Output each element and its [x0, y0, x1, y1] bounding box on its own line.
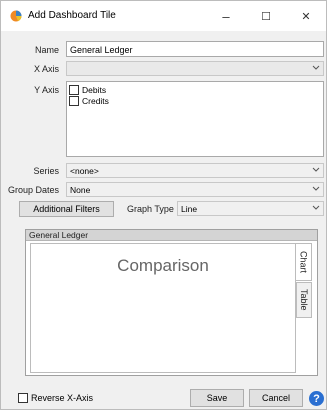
chevron-down-icon [312, 167, 320, 172]
chevron-down-icon [312, 186, 320, 191]
reverse-x-axis-option[interactable]: Reverse X-Axis [18, 393, 93, 403]
y-axis-checklist: Debits Credits [66, 81, 324, 157]
chevron-down-icon [312, 65, 320, 70]
debits-label: Debits [82, 85, 107, 95]
chart-preview-area: Comparison [30, 243, 296, 373]
x-axis-label: X Axis [33, 64, 59, 74]
series-select[interactable]: <none> [66, 163, 324, 178]
x-axis-select[interactable] [66, 61, 324, 76]
reverse-x-axis-label: Reverse X-Axis [31, 393, 94, 403]
name-input[interactable]: General Ledger [66, 41, 324, 57]
close-button[interactable]: ✕ [286, 1, 326, 31]
chart-title: Comparison [117, 256, 209, 275]
y-axis-item-credits[interactable]: Credits [69, 96, 109, 106]
pie-chart-icon [10, 10, 22, 22]
tab-chart-label: Chart [298, 250, 309, 273]
y-axis-label: Y Axis [34, 85, 59, 95]
additional-filters-button[interactable]: Additional Filters [19, 201, 114, 217]
add-dashboard-tile-dialog: Add Dashboard Tile – ☐ ✕ Name General Le… [0, 0, 327, 410]
reverse-x-axis-checkbox[interactable] [18, 393, 28, 403]
group-dates-value: None [70, 185, 91, 195]
title-bar[interactable]: Add Dashboard Tile – ☐ ✕ [1, 1, 326, 31]
tab-table[interactable]: Table [296, 282, 312, 318]
tab-chart[interactable]: Chart [296, 243, 312, 281]
series-value: <none> [70, 166, 99, 176]
debits-checkbox[interactable] [69, 85, 79, 95]
graph-type-value: Line [181, 204, 198, 214]
tab-table-label: Table [299, 289, 309, 311]
window-title: Add Dashboard Tile [28, 10, 116, 21]
graph-type-select[interactable]: Line [177, 201, 324, 216]
preview-panel: General Ledger Comparison Chart Table [25, 229, 318, 376]
minimize-button[interactable]: – [206, 1, 246, 31]
minimize-icon: – [222, 8, 230, 24]
preview-header: General Ledger [26, 230, 317, 241]
maximize-button[interactable]: ☐ [246, 1, 286, 31]
help-icon[interactable]: ? [309, 391, 324, 406]
chevron-down-icon [312, 205, 320, 210]
maximize-icon: ☐ [261, 10, 271, 23]
group-dates-label: Group Dates [7, 185, 59, 195]
credits-label: Credits [82, 96, 109, 106]
graph-type-label: Graph Type [127, 204, 174, 214]
save-button[interactable]: Save [190, 389, 244, 407]
series-label: Series [33, 166, 59, 176]
cancel-button[interactable]: Cancel [249, 389, 303, 407]
close-icon: ✕ [301, 10, 311, 23]
name-label: Name [34, 45, 59, 55]
group-dates-select[interactable]: None [66, 182, 324, 197]
y-axis-item-debits[interactable]: Debits [69, 85, 106, 95]
credits-checkbox[interactable] [69, 96, 79, 106]
